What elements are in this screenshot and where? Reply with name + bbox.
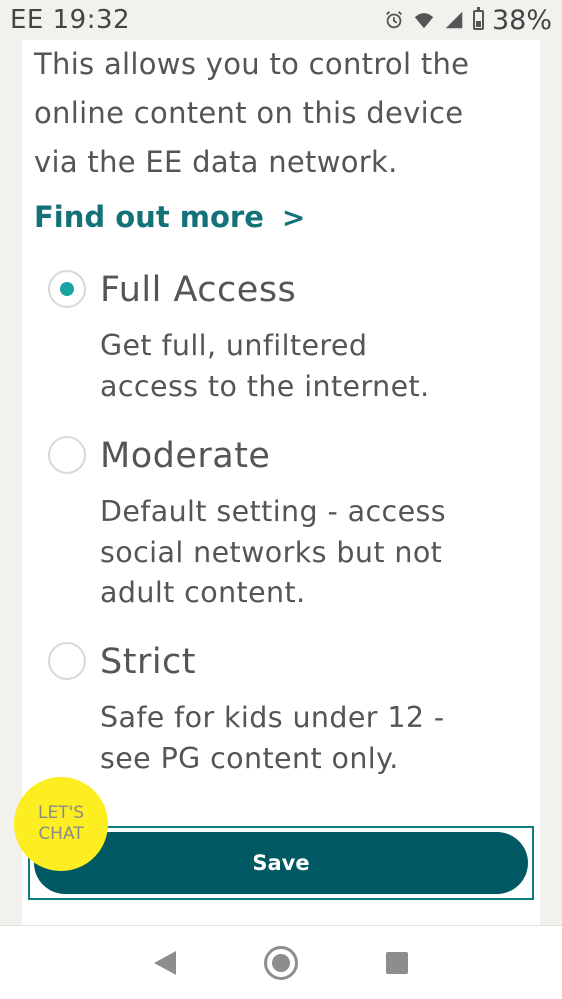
option-desc-line: social networks but not xyxy=(100,535,443,569)
option-description: Safe for kids under 12 - see PG content … xyxy=(100,698,520,779)
intro-line: This allows you to control the xyxy=(34,47,470,81)
intro-line: online content on this device xyxy=(34,96,464,130)
option-title: Full Access xyxy=(100,270,297,310)
radio-strict[interactable] xyxy=(48,642,86,680)
option-title: Strict xyxy=(100,642,197,682)
radio-full-access[interactable] xyxy=(48,270,86,308)
option-desc-line: Safe for kids under 12 - xyxy=(100,701,445,734)
option-description: Get full, unfiltered access to the inter… xyxy=(100,326,520,407)
wifi-icon xyxy=(414,13,434,29)
radio-moderate[interactable] xyxy=(48,436,86,474)
recent-apps-icon[interactable] xyxy=(386,951,408,974)
option-desc-line: adult content. xyxy=(100,576,306,609)
status-bar: EE 19:32 38% xyxy=(0,0,562,40)
option-desc-line: access to the internet. xyxy=(100,369,430,403)
home-icon[interactable] xyxy=(264,945,298,980)
option-desc-line: Default setting - access xyxy=(100,495,447,528)
battery-icon xyxy=(472,7,484,30)
carrier-time: EE 19:32 xyxy=(10,5,131,35)
option-description: Default setting - access social networks… xyxy=(100,492,520,614)
chat-label-line: LET'S xyxy=(37,803,85,823)
parental-controls-card: This allows you to control the online co… xyxy=(22,40,540,925)
chevron-right-icon: > xyxy=(281,200,306,234)
find-out-more-label: Find out more xyxy=(34,200,264,234)
alarm-icon xyxy=(386,11,402,29)
chat-label-line: CHAT xyxy=(38,824,84,844)
lets-chat-button[interactable]: LET'S CHAT xyxy=(14,777,108,871)
battery-percent: 38% xyxy=(491,4,552,36)
status-icons: 38% xyxy=(383,5,552,36)
find-out-more-link[interactable]: Find out more > xyxy=(34,200,305,234)
save-button[interactable]: Save xyxy=(34,832,528,894)
navigation-bar xyxy=(0,925,562,999)
option-title: Moderate xyxy=(100,436,271,476)
option-desc-line: see PG content only. xyxy=(100,741,399,775)
back-icon[interactable] xyxy=(154,950,176,975)
intro-text: This allows you to control the online co… xyxy=(34,40,534,187)
intro-line: via the EE data network. xyxy=(34,145,398,179)
option-desc-line: Get full, unfiltered xyxy=(100,329,368,362)
signal-icon xyxy=(445,11,463,29)
